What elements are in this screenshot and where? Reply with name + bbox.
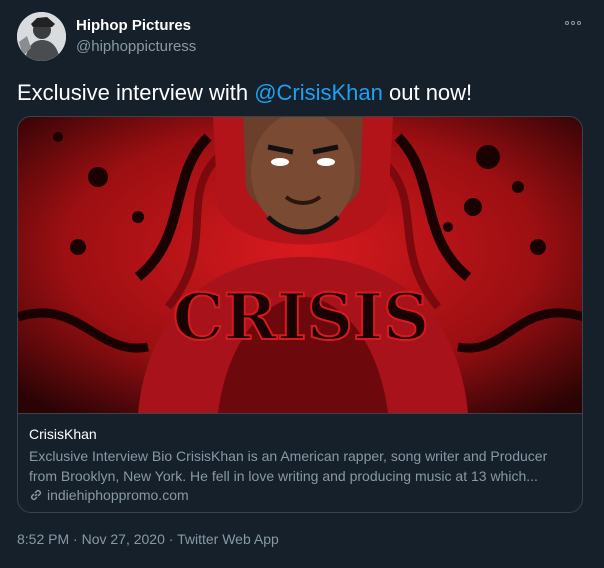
link-card[interactable]: CRISIS CrisisKhan Exclusive Interview Bi… (17, 116, 583, 513)
avatar[interactable] (17, 12, 66, 61)
tweet-text-before: Exclusive interview with (17, 80, 255, 105)
tweet-text-after: out now! (382, 80, 473, 105)
card-link[interactable]: indiehiphoppromo.com (29, 487, 189, 503)
tweet-footer: 8:52 PM · Nov 27, 2020 · Twitter Web App (17, 531, 279, 547)
tweet-time[interactable]: 8:52 PM (17, 531, 69, 547)
card-description: Exclusive Interview Bio CrisisKhan is an… (29, 448, 548, 484)
card-domain: indiehiphoppromo.com (47, 487, 189, 503)
card-title[interactable]: CrisisKhan (29, 426, 97, 442)
tweet-text: Exclusive interview with @CrisisKhan out… (17, 80, 472, 106)
footer-separator: · (69, 531, 82, 547)
card-image-lettering: CRISIS (173, 280, 429, 355)
card-divider (18, 413, 582, 414)
display-name[interactable]: Hiphop Pictures (76, 17, 191, 34)
link-icon (30, 489, 42, 501)
tweet-source[interactable]: Twitter Web App (177, 531, 279, 547)
footer-separator: · (164, 531, 178, 547)
tweet-date[interactable]: Nov 27, 2020 (82, 531, 165, 547)
mention-link[interactable]: @CrisisKhan (254, 80, 383, 105)
more-options-icon[interactable] (562, 16, 584, 30)
avatar-photo (17, 12, 66, 61)
user-handle[interactable]: @hiphoppicturess (76, 38, 196, 55)
tweet: Hiphop Pictures @hiphoppicturess Exclusi… (0, 0, 604, 568)
card-image[interactable]: CRISIS (18, 117, 583, 413)
